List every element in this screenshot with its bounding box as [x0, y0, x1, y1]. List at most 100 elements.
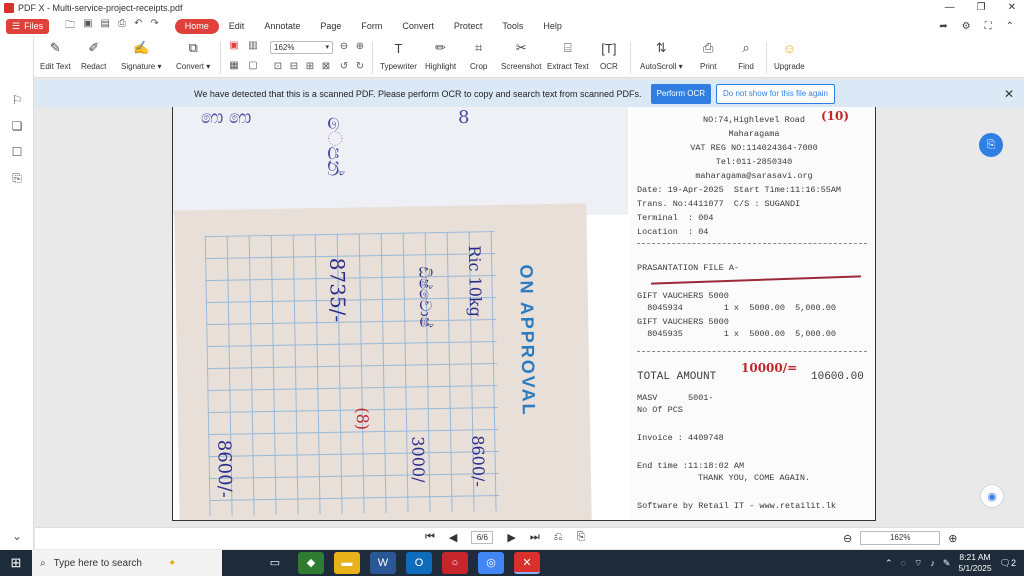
menu-convert[interactable]: Convert	[392, 19, 444, 34]
menu-annotate[interactable]: Annotate	[254, 19, 310, 34]
chat-bubble-icon[interactable]: ◉	[980, 484, 1004, 508]
receipt-line: THANK YOU, COME AGAIN.	[697, 473, 811, 483]
clock[interactable]: 8:21 AM 5/1/2025	[958, 552, 991, 574]
chevron-down-icon[interactable]: ⌄	[10, 529, 24, 543]
bookmark-icon[interactable]: ⚐	[10, 93, 24, 107]
menu-home[interactable]: Home	[174, 18, 219, 34]
zoom-out-footer-icon[interactable]: ⊖	[843, 532, 852, 545]
find-button[interactable]: ⌕ Find	[738, 40, 754, 71]
collapse-icon[interactable]: ⌃	[1006, 21, 1014, 32]
menu-page[interactable]: Page	[310, 19, 351, 34]
ai-assistant-icon[interactable]: ⎘	[979, 133, 1003, 157]
continuous-view-icon[interactable]: ▥	[248, 41, 258, 51]
taskbar-search[interactable]: ⌕ Type here to search ✦	[32, 550, 222, 576]
document-viewport[interactable]: ෩ ෩ ෙපන් 8 ON APPROVAL Ric 10kg ඩිෂ්වොෂ්…	[35, 107, 1024, 527]
open-folder-icon[interactable]: 🗀	[65, 18, 75, 35]
file-explorer-icon[interactable]: ▬	[334, 552, 360, 574]
minimize-icon[interactable]: —	[945, 0, 955, 16]
menu-tools[interactable]: Tools	[492, 19, 533, 34]
redact-button[interactable]: ✐ Redact	[81, 40, 106, 71]
zoom-select[interactable]: 162% ▾	[270, 41, 333, 54]
first-page-icon[interactable]: ⏮	[425, 531, 435, 544]
zoom-out-icon[interactable]: ⊖	[339, 42, 349, 52]
word-icon[interactable]: W	[370, 552, 396, 574]
windows-start-icon[interactable]: ⊞	[0, 550, 32, 576]
maximize-icon[interactable]: ❐	[977, 0, 986, 16]
highlight-button[interactable]: ✏ Highlight	[425, 40, 456, 71]
save-as-icon[interactable]: ▤	[101, 18, 110, 35]
marquee-zoom-icon[interactable]: ⊠	[321, 62, 331, 72]
chevron-up-icon[interactable]: ⌃	[885, 558, 893, 569]
receipt-line: PRASANTATION FILE A-	[637, 263, 740, 273]
pen-icon[interactable]: ✎	[943, 558, 951, 569]
edit-text-icon: ✎	[49, 40, 61, 55]
upgrade-button[interactable]: ☺ Upgrade	[774, 40, 805, 72]
menu-help[interactable]: Help	[533, 19, 572, 34]
network-icon[interactable]: ◌	[901, 558, 906, 568]
rotate-right-icon[interactable]: ↻	[355, 62, 365, 72]
undo-icon[interactable]: ↶	[134, 18, 142, 35]
ocr-icon: [T]	[601, 40, 617, 56]
files-button[interactable]: ☰ Files	[6, 18, 50, 34]
handwriting-mark: ෙපන්	[323, 117, 347, 177]
page-number-input[interactable]: 6/6	[471, 531, 494, 544]
menu-protect[interactable]: Protect	[444, 19, 493, 34]
close-window-icon[interactable]: ✕	[1008, 0, 1016, 16]
extract-text-button[interactable]: ⌸ Extract Text	[547, 40, 589, 71]
dont-show-again-button[interactable]: Do not show for this file again	[716, 83, 835, 104]
screenshot-button[interactable]: ✂ Screenshot	[501, 40, 541, 71]
zoom-in-icon[interactable]: ⊕	[355, 42, 365, 52]
two-page-view-icon[interactable]: ▦	[229, 61, 239, 71]
settings-icon[interactable]: ⚙	[962, 21, 971, 32]
chrome-icon[interactable]: ◎	[478, 552, 504, 574]
actual-size-icon[interactable]: ⊞	[305, 62, 315, 72]
scanned-pdf-banner: We have detected that this is a scanned …	[35, 80, 1024, 107]
edit-text-button[interactable]: ✎ Edit Text	[40, 40, 71, 71]
search-icon: ⌕	[40, 557, 46, 569]
fit-page-icon[interactable]: ⊟	[289, 62, 299, 72]
volume-icon[interactable]: ♪	[930, 558, 935, 568]
nvidia-icon[interactable]: ◆	[298, 552, 324, 574]
comments-icon[interactable]: ☐	[10, 145, 24, 159]
typewriter-button[interactable]: T Typewriter	[380, 40, 417, 72]
print-button[interactable]: ⎙ Print	[700, 40, 716, 71]
redo-icon[interactable]: ↷	[150, 18, 158, 35]
ocr-button[interactable]: [T] OCR	[600, 40, 618, 72]
fit-width-icon[interactable]: ⊡	[273, 62, 283, 72]
previous-view-icon[interactable]: ⎌	[554, 531, 563, 544]
save-icon[interactable]: ▣	[83, 18, 92, 35]
crop-button[interactable]: ⌗ Crop	[470, 40, 487, 71]
handwritten-bill: ON APPROVAL Ric 10kg ඩිෂ්වොෂ් 8735/- 860…	[174, 203, 592, 520]
menu-form[interactable]: Form	[351, 19, 392, 34]
next-page-icon[interactable]: ▶	[507, 531, 515, 544]
task-view-icon[interactable]: ▭	[262, 552, 288, 574]
notifications-icon[interactable]: 🗨2	[1000, 558, 1016, 569]
pdf-page[interactable]: ෩ ෩ ෙපන් 8 ON APPROVAL Ric 10kg ඩිෂ්වොෂ්…	[172, 107, 876, 521]
next-view-icon[interactable]: ⎘	[577, 531, 586, 544]
zoom-in-footer-icon[interactable]: ⊕	[948, 532, 957, 545]
pdfx-taskbar-icon[interactable]: ✕	[514, 552, 540, 574]
close-banner-icon[interactable]: ✕	[1004, 87, 1014, 101]
opera-icon[interactable]: ○	[442, 552, 468, 574]
rotate-left-icon[interactable]: ↺	[339, 62, 349, 72]
signature-button[interactable]: ✍ Signature ▾	[121, 40, 161, 71]
attachments-icon[interactable]: ⎘	[10, 171, 24, 185]
redact-icon: ✐	[88, 40, 100, 55]
share-icon[interactable]: ➦	[939, 21, 947, 32]
print-quick-icon[interactable]: ⎙	[118, 18, 126, 35]
previous-page-icon[interactable]: ◀	[449, 531, 457, 544]
thumbnails-icon[interactable]: ❏	[10, 119, 24, 133]
zoom-footer-input[interactable]: 162%	[860, 531, 941, 545]
convert-button[interactable]: ⧉ Convert ▾	[176, 40, 210, 71]
last-page-icon[interactable]: ⏭	[530, 531, 540, 544]
outlook-icon[interactable]: O	[406, 552, 432, 574]
single-page-view-icon[interactable]: ▣	[229, 41, 239, 51]
menu-right-icons: ➦ ⚙ ⛶ ⌃	[939, 16, 1014, 36]
receipt-line: GIFT VAUCHERS 5000	[637, 291, 729, 301]
fullscreen-icon[interactable]: ⛶	[985, 21, 992, 32]
wifi-icon[interactable]: ⌔	[914, 558, 922, 569]
menu-edit[interactable]: Edit	[219, 19, 255, 34]
autoscroll-button[interactable]: ⇅ AutoScroll ▾	[640, 40, 683, 71]
cover-view-icon[interactable]: ▢	[248, 61, 258, 71]
perform-ocr-button[interactable]: Perform OCR	[650, 83, 712, 104]
